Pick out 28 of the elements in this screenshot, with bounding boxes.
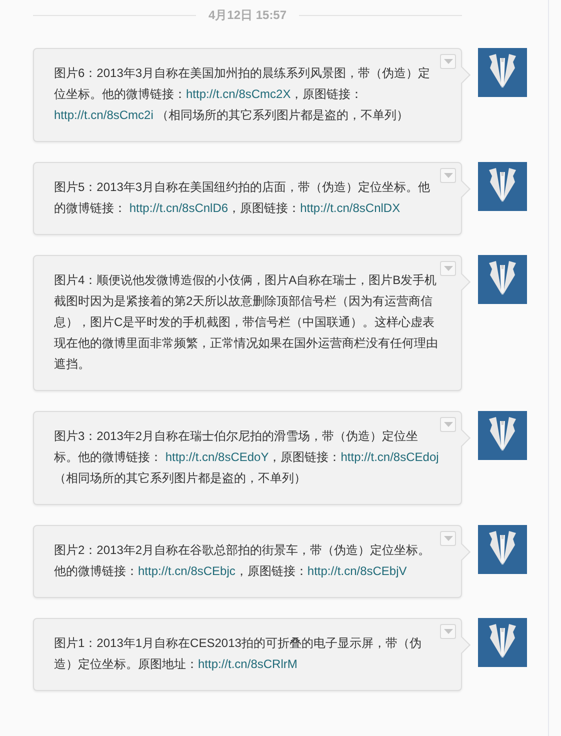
avatar-tuxedo-icon[interactable] [478,411,527,460]
link[interactable]: http://t.cn/8sCnlD6 [129,201,228,215]
avatar-tuxedo-icon[interactable] [478,618,527,667]
link[interactable]: http://t.cn/8sCmc2i [54,108,154,122]
message-text: 图片6：2013年3月自称在美国加州拍的晨练系列风景图，带（伪造）定位坐标。他的微博链接：http://t.cn/8sCmc2X，原图链接： http://t.cn/8sCmc2i （相同场所的其它系列图片都是盗的，不单列） [54,65,432,124]
message-text: 图片2：2013年2月自称在谷歌总部拍的街景车，带（伪造）定位坐标。他的微博链接：http://t.cn/8sCEbjc，原图链接：http://t.cn/8sCEbjV [54,542,432,580]
caret-icon [444,536,452,541]
link[interactable]: http://t.cn/8sCEbjc [138,564,236,578]
caret-icon [444,173,452,178]
link[interactable]: http://t.cn/8sCnlDX [300,201,400,215]
message-text: 图片3：2013年2月自称在瑞士伯尔尼拍的滑雪场，带（伪造）定位坐标。他的微博链接： http://t.cn/8sCEdoY，原图链接：http://t.cn/8sCEdoj （相同场所的其它系列图片都是盗的，不单列） [54,428,440,487]
link[interactable]: http://t.cn/8sCEbjV [307,564,407,578]
link[interactable]: http://t.cn/8sCRlrM [198,657,298,671]
avatar-tuxedo-icon[interactable] [478,162,527,211]
message-text: 图片5：2013年3月自称在美国纽约拍的店面，带（伪造）定位坐标。他的微博链接： http://t.cn/8sCnlD6，原图链接：http://t.cn/8sCnlDX [54,179,432,217]
avatar-tuxedo-icon[interactable] [478,525,527,574]
avatar-tuxedo-icon[interactable] [478,48,527,97]
caret-icon [444,266,452,271]
link[interactable]: http://t.cn/8sCEdoj [340,450,439,464]
caret-icon [444,629,452,634]
avatar-tuxedo-icon[interactable] [478,255,527,304]
link[interactable]: http://t.cn/8sCEdoY [165,450,269,464]
caret-icon [444,422,452,427]
message-text: 图片1：2013年1月自称在CES2013拍的可折叠的电子显示屏，带（伪造）定位坐标。原图地址：http://t.cn/8sCRlrM [54,635,422,673]
link[interactable]: http://t.cn/8sCmc2X [186,87,291,101]
caret-icon [444,59,452,64]
timestamp: 4月12日 15:57 [208,7,287,24]
message-text: 图片4：顺便说他发微博造假的小伎俩，图片A自称在瑞士，图片B发手机截图时因为是紧接着的第2天所以故意删除顶部信号栏（因为有运营商信息），图片C是平时发的手机截图，带信号栏（中国联通）。这样心虚表现在他的微博里面非常频繁，正常情况如果在国外运营商栏没有任何理由遮挡。 [54,272,439,373]
